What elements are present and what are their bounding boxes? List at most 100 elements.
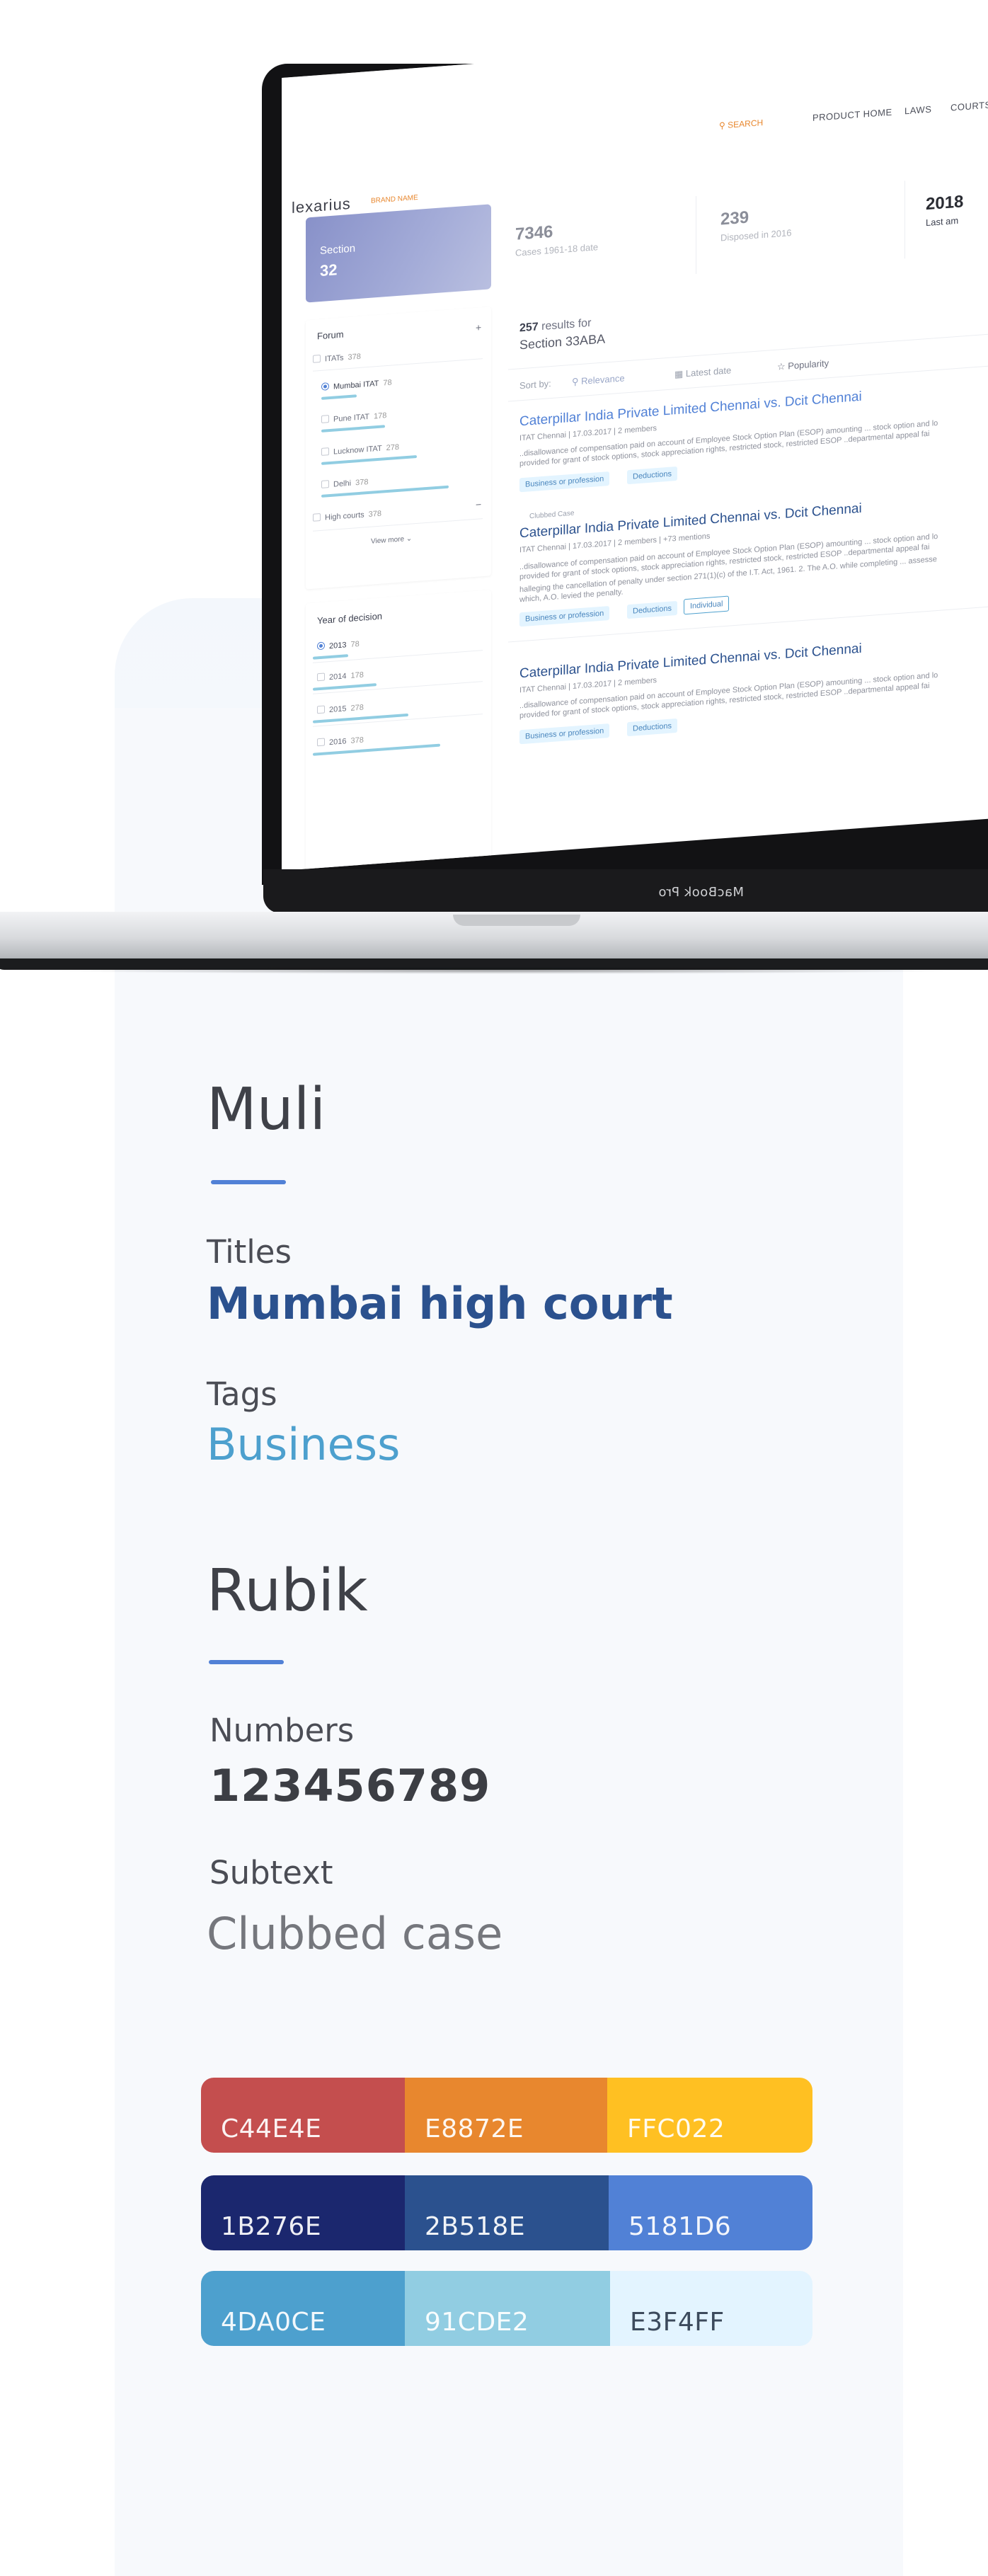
palette-row-light: 4DA0CE 91CDE2 E3F4FF bbox=[201, 2271, 812, 2346]
radio-selected-icon bbox=[317, 641, 325, 651]
checkbox-icon bbox=[317, 738, 325, 747]
numbers-sample: 123456789 bbox=[209, 1760, 491, 1811]
swatch-5181d6: 5181D6 bbox=[609, 2175, 812, 2250]
section-card-label: Section bbox=[320, 242, 356, 258]
muli-font-name: Muli bbox=[207, 1076, 326, 1143]
calendar-icon: ▦ bbox=[674, 368, 684, 380]
tag-deductions[interactable]: Deductions bbox=[627, 466, 678, 485]
chevron-down-icon: ⌄ bbox=[406, 534, 413, 544]
tag-deductions[interactable]: Deductions bbox=[627, 600, 678, 619]
tag-business[interactable]: Business or profession bbox=[519, 471, 610, 493]
titles-sample: Mumbai high court bbox=[207, 1278, 673, 1329]
stat-disposed: 239 Disposed in 2016 bbox=[720, 205, 792, 244]
laptop-screen: lexarius BRAND NAME ⚲ SEARCH PRODUCT HOM… bbox=[282, 21, 988, 871]
forum-bar-pune bbox=[321, 425, 385, 433]
sort-latest-date[interactable]: ▦ Latest date bbox=[674, 365, 731, 380]
year-bar-2015 bbox=[313, 713, 408, 723]
swatch-e8872e: E8872E bbox=[405, 2078, 607, 2153]
stat-label: Disposed in 2016 bbox=[720, 227, 792, 244]
checkbox-icon bbox=[317, 705, 325, 714]
tag-business[interactable]: Business or profession bbox=[519, 605, 610, 627]
year-option-2013[interactable]: 2013 78 bbox=[317, 639, 360, 651]
case-title-link[interactable]: Caterpillar India Private Limited Chenna… bbox=[519, 641, 862, 682]
tags-label: Tags bbox=[207, 1375, 277, 1413]
checkbox-icon bbox=[321, 447, 329, 456]
checkbox-icon bbox=[313, 513, 321, 522]
sort-by-label: Sort by: bbox=[519, 378, 551, 391]
collapse-icon[interactable]: − bbox=[476, 498, 481, 510]
forum-option-delhi[interactable]: Delhi 378 bbox=[321, 477, 368, 490]
divider bbox=[904, 181, 905, 259]
laptop-notch bbox=[453, 915, 580, 926]
checkbox-icon bbox=[317, 672, 325, 682]
year-filter: Year of decision 2013 78 2014 178 2015 278 bbox=[306, 590, 491, 871]
swatch-2b518e: 2B518E bbox=[405, 2175, 609, 2250]
forum-bar-mumbai bbox=[321, 394, 357, 400]
section-card: Section 32 bbox=[306, 204, 491, 303]
logo-text: lexarius bbox=[292, 194, 351, 217]
device-label: MacBook Pro bbox=[658, 885, 745, 900]
year-bar-2013 bbox=[313, 654, 348, 660]
forum-bar-lucknow bbox=[321, 454, 417, 465]
swatch-c44e4e: C44E4E bbox=[201, 2078, 405, 2153]
view-more-link[interactable]: View more ⌄ bbox=[371, 534, 412, 545]
forum-high-courts-option[interactable]: High courts 378 bbox=[313, 509, 381, 523]
muli-underline bbox=[211, 1180, 286, 1184]
results-panel: 257 results for Section 33ABA Sort by: ⚲… bbox=[508, 261, 988, 745]
year-title: Year of decision bbox=[317, 610, 383, 626]
laptop-shadow bbox=[42, 967, 963, 974]
forum-itats-option[interactable]: ITATs 378 bbox=[313, 352, 361, 365]
forum-add-icon[interactable]: + bbox=[476, 321, 481, 333]
checkbox-icon bbox=[321, 415, 329, 423]
laptop-bezel bbox=[263, 869, 988, 913]
swatch-91cde2: 91CDE2 bbox=[405, 2271, 610, 2346]
laptop-mockup: lexarius BRAND NAME ⚲ SEARCH PRODUCT HOM… bbox=[0, 0, 988, 977]
titles-label: Titles bbox=[207, 1233, 292, 1271]
results-query: Section 33ABA bbox=[519, 331, 606, 353]
swatch-ffc022: FFC022 bbox=[607, 2078, 812, 2153]
nav-laws[interactable]: LAWS bbox=[904, 104, 931, 117]
search-icon: ⚲ bbox=[719, 120, 725, 131]
palette-row-warm: C44E4E E8872E FFC022 bbox=[201, 2078, 812, 2153]
forum-title: Forum bbox=[317, 328, 344, 342]
swatch-4da0ce: 4DA0CE bbox=[201, 2271, 405, 2346]
numbers-label: Numbers bbox=[209, 1712, 355, 1749]
rubik-font-name: Rubik bbox=[207, 1557, 368, 1625]
tag-individual[interactable]: Individual bbox=[684, 595, 730, 615]
stat-label: Last am bbox=[926, 214, 959, 229]
tag-deductions[interactable]: Deductions bbox=[627, 718, 678, 737]
subtext-label: Subtext bbox=[209, 1854, 333, 1891]
year-option-2015[interactable]: 2015 278 bbox=[317, 702, 364, 715]
stat-label: Cases 1961-18 date bbox=[515, 241, 599, 258]
stat-cases: 7346 Cases 1961-18 date bbox=[515, 219, 598, 258]
tags-sample: Business bbox=[207, 1419, 401, 1470]
swatch-1b276e: 1B276E bbox=[201, 2175, 405, 2250]
sort-popularity[interactable]: ☆ Popularity bbox=[777, 357, 829, 372]
relevance-icon: ⚲ bbox=[572, 376, 579, 387]
forum-option-mumbai[interactable]: Mumbai ITAT 78 bbox=[321, 378, 392, 392]
section-card-number: 32 bbox=[320, 261, 338, 280]
swatch-e3f4ff: E3F4FF bbox=[610, 2271, 812, 2346]
filter-sidebar: Section 32 Forum + ITATs 378 Mumbai ITAT 7… bbox=[306, 204, 491, 871]
results-count: 257 results for bbox=[519, 316, 592, 335]
stat-value: 7346 bbox=[515, 222, 553, 244]
stat-value: 239 bbox=[720, 207, 749, 229]
sort-relevance[interactable]: ⚲ Relevance bbox=[572, 372, 625, 387]
subtext-sample: Clubbed case bbox=[207, 1908, 503, 1959]
stat-value: 2018 bbox=[926, 192, 964, 214]
forum-option-lucknow[interactable]: Lucknow ITAT 278 bbox=[321, 442, 399, 457]
year-option-2014[interactable]: 2014 178 bbox=[317, 670, 364, 682]
year-option-2016[interactable]: 2016 378 bbox=[317, 735, 364, 748]
forum-filter: Forum + ITATs 378 Mumbai ITAT 78 Pune ITAT… bbox=[306, 307, 491, 590]
rubik-underline bbox=[209, 1660, 284, 1664]
tag-business[interactable]: Business or profession bbox=[519, 723, 610, 745]
clubbed-case-label: Clubbed Case bbox=[529, 509, 575, 521]
star-icon: ☆ bbox=[777, 360, 786, 372]
palette-row-blue: 1B276E 2B518E 5181D6 bbox=[201, 2175, 812, 2250]
case-title-link[interactable]: Caterpillar India Private Limited Chenna… bbox=[519, 389, 862, 430]
checkbox-icon bbox=[321, 480, 329, 488]
forum-option-pune[interactable]: Pune ITAT 178 bbox=[321, 411, 386, 425]
radio-selected-icon bbox=[321, 382, 329, 391]
stat-last-amended: 2018 Last am bbox=[926, 192, 963, 228]
checkbox-icon bbox=[313, 354, 321, 363]
